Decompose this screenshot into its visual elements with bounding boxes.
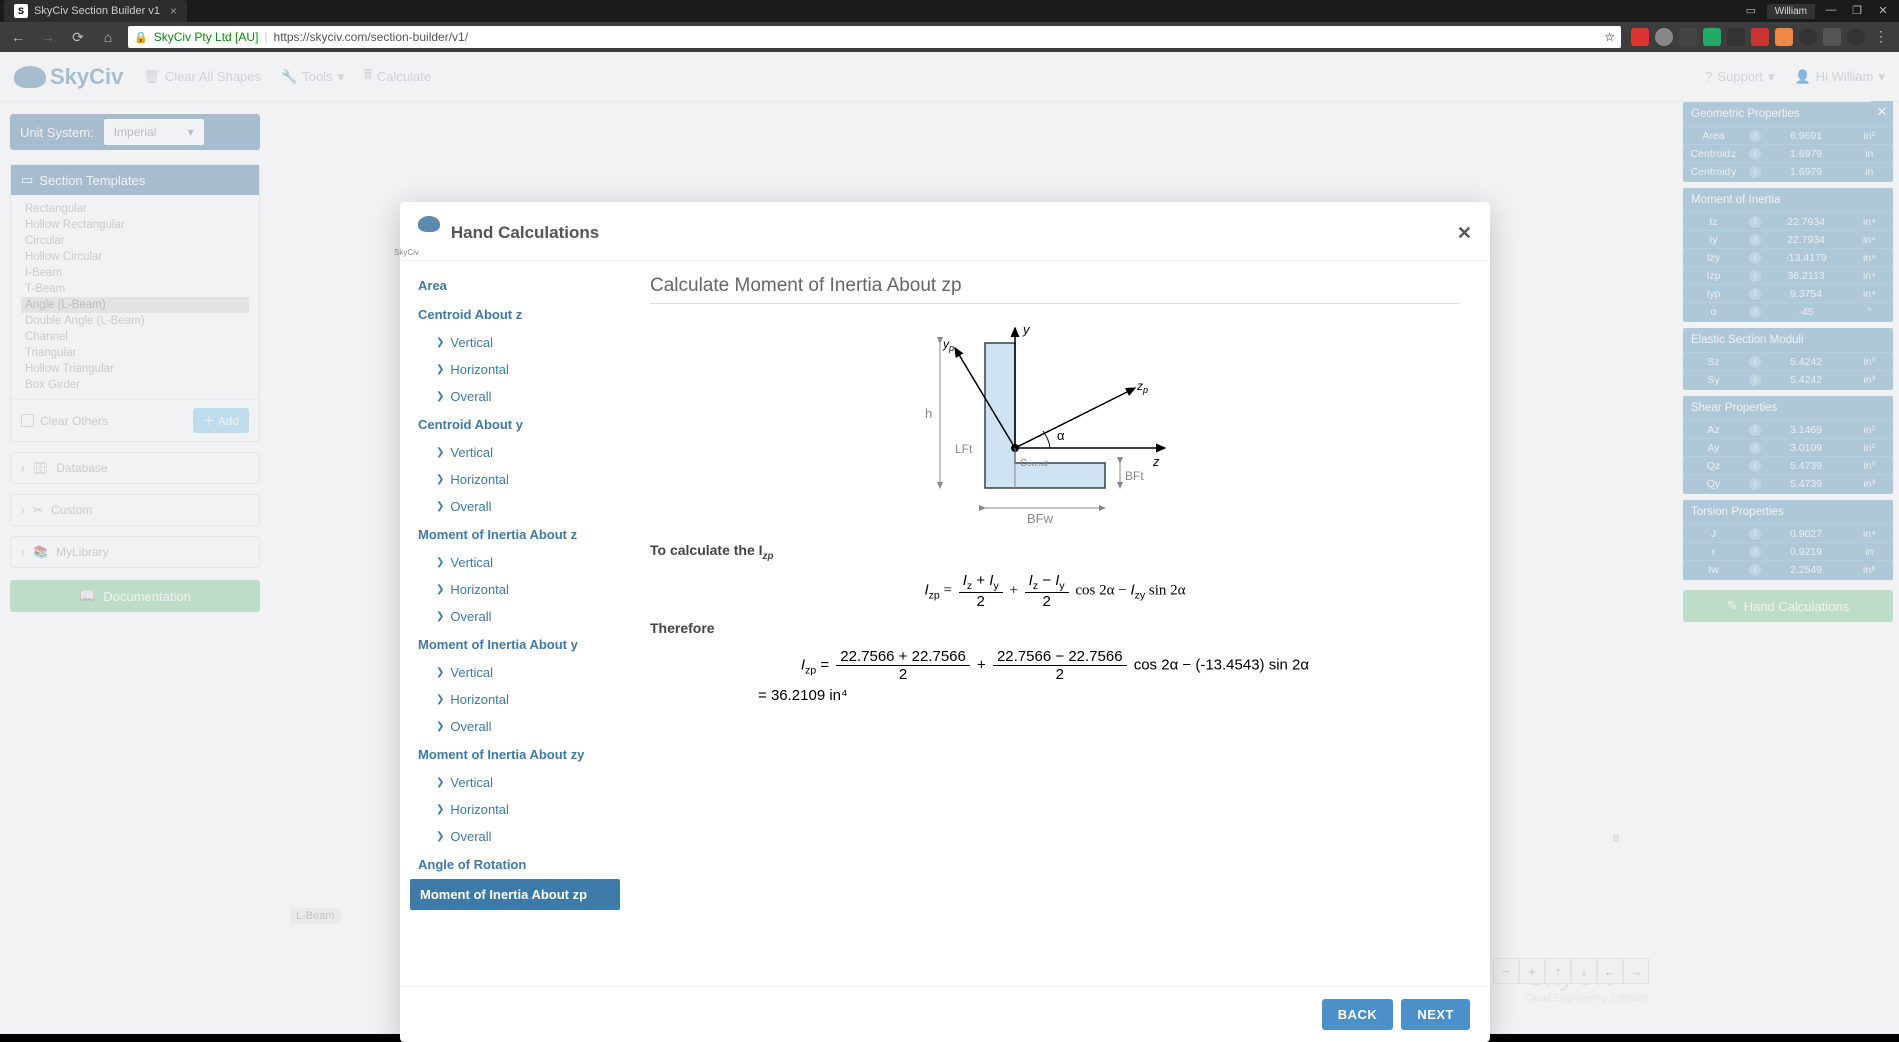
modal-title: Hand Calculations: [451, 223, 599, 243]
ext-icon[interactable]: [1655, 28, 1673, 46]
publisher-label: SkyCiv Pty Ltd [AU]: [154, 30, 259, 44]
nav-sub-item[interactable]: ❯ Horizontal: [400, 686, 630, 713]
nav-sub-item[interactable]: ❯ Vertical: [400, 659, 630, 686]
svg-text:yp: yp: [942, 337, 954, 353]
therefore-text: Therefore: [650, 620, 1460, 638]
svg-text:z: z: [1152, 454, 1160, 469]
maximize-icon[interactable]: ❐: [1847, 4, 1867, 18]
nav-item[interactable]: Moment of Inertia About zy: [400, 740, 630, 769]
nav-item[interactable]: Moment of Inertia About zp: [410, 879, 620, 910]
tab-close-icon[interactable]: ×: [170, 4, 177, 18]
nav-sub-item[interactable]: ❯ Horizontal: [400, 466, 630, 493]
chevron-right-icon: ❯: [436, 337, 444, 348]
modal-header: SkyCiv Hand Calculations ✕: [400, 202, 1490, 261]
nav-sub-item[interactable]: ❯ Overall: [400, 383, 630, 410]
back-icon[interactable]: ←: [8, 29, 28, 45]
nav-item[interactable]: Angle of Rotation: [400, 850, 630, 879]
modal-content: Calculate Moment of Inertia About zp y: [630, 261, 1490, 986]
favicon: S: [14, 4, 28, 18]
svg-text:BFt: BFt: [1125, 469, 1144, 483]
chevron-right-icon: ❯: [436, 474, 444, 485]
url-text: https://skyciv.com/section-builder/v1/: [274, 30, 469, 44]
os-user-badge: William: [1767, 4, 1815, 19]
ext-icon[interactable]: [1727, 28, 1745, 46]
ext-icon[interactable]: [1799, 28, 1817, 46]
address-bar[interactable]: 🔒 SkyCiv Pty Ltd [AU] | https://skyciv.c…: [128, 26, 1621, 48]
hand-calculations-modal: SkyCiv Hand Calculations ✕ AreaCentroid …: [400, 202, 1490, 1042]
chevron-right-icon: ❯: [436, 584, 444, 595]
nav-item[interactable]: Centroid About z: [400, 300, 630, 329]
ext-icon[interactable]: [1775, 28, 1793, 46]
reload-icon[interactable]: ⟳: [68, 29, 88, 46]
lock-icon: 🔒: [134, 31, 148, 44]
forward-icon[interactable]: →: [38, 29, 58, 45]
nav-sub-item[interactable]: ❯ Horizontal: [400, 796, 630, 823]
svg-text:BFw: BFw: [1027, 511, 1054, 526]
svg-text:LFt: LFt: [955, 442, 973, 456]
chevron-right-icon: ❯: [436, 391, 444, 402]
nav-sub-item[interactable]: ❯ Overall: [400, 713, 630, 740]
nav-item[interactable]: Centroid About y: [400, 410, 630, 439]
ext-icon[interactable]: [1751, 28, 1769, 46]
home-icon[interactable]: ⌂: [98, 29, 118, 45]
nav-sub-item[interactable]: ❯ Horizontal: [400, 356, 630, 383]
nav-item[interactable]: Moment of Inertia About z: [400, 520, 630, 549]
nav-item[interactable]: Moment of Inertia About y: [400, 630, 630, 659]
ext-icon[interactable]: [1703, 28, 1721, 46]
next-button[interactable]: NEXT: [1401, 999, 1470, 1030]
window-icon: ▭: [1741, 4, 1761, 18]
chevron-right-icon: ❯: [436, 804, 444, 815]
chevron-right-icon: ❯: [436, 721, 444, 732]
nav-sub-item[interactable]: ❯ Vertical: [400, 769, 630, 796]
minimize-icon[interactable]: —: [1821, 4, 1841, 18]
content-title: Calculate Moment of Inertia About zp: [650, 275, 1460, 304]
formula-numeric: Izp = 22.7566 + 22.75662 + 22.7566 − 22.…: [650, 648, 1460, 704]
ext-icon[interactable]: [1631, 28, 1649, 46]
nav-sub-item[interactable]: ❯ Vertical: [400, 439, 630, 466]
modal-close-icon[interactable]: ✕: [1457, 223, 1472, 244]
tab-title: SkyCiv Section Builder v1: [34, 5, 160, 17]
chevron-right-icon: ❯: [436, 831, 444, 842]
nav-sub-item[interactable]: ❯ Vertical: [400, 549, 630, 576]
ext-icon[interactable]: [1823, 28, 1841, 46]
svg-text:y: y: [1022, 322, 1031, 337]
chevron-right-icon: ❯: [436, 611, 444, 622]
nav-item[interactable]: Area: [400, 271, 630, 300]
close-window-icon[interactable]: ✕: [1873, 4, 1893, 18]
formula-symbolic: Izp = Iz + Iy2 + Iz − Iy2 cos 2α − Izy s…: [650, 572, 1460, 610]
svg-text:h: h: [925, 406, 932, 421]
svg-text:zp: zp: [1136, 379, 1148, 395]
chevron-right-icon: ❯: [436, 777, 444, 788]
chevron-right-icon: ❯: [436, 501, 444, 512]
chevron-right-icon: ❯: [436, 694, 444, 705]
menu-icon[interactable]: ⋮: [1871, 28, 1891, 46]
browser-tab[interactable]: S SkyCiv Section Builder v1 ×: [4, 0, 187, 22]
nav-sub-item[interactable]: ❯ Vertical: [400, 329, 630, 356]
svg-text:α: α: [1057, 428, 1065, 443]
svg-text:Coverall: Coverall: [1020, 458, 1048, 469]
intro-text: To calculate the Izp: [650, 542, 1460, 562]
chevron-right-icon: ❯: [436, 667, 444, 678]
extension-icons: ⋮: [1631, 28, 1891, 46]
chevron-right-icon: ❯: [436, 557, 444, 568]
back-button[interactable]: BACK: [1322, 999, 1394, 1030]
ext-icon[interactable]: [1679, 28, 1697, 46]
star-icon[interactable]: ☆: [1604, 30, 1615, 44]
nav-sub-item[interactable]: ❯ Overall: [400, 603, 630, 630]
section-diagram: y z yp zp α: [650, 318, 1460, 528]
chevron-right-icon: ❯: [436, 364, 444, 375]
modal-nav[interactable]: AreaCentroid About z❯ Vertical❯ Horizont…: [400, 261, 630, 961]
nav-sub-item[interactable]: ❯ Overall: [400, 493, 630, 520]
nav-sub-item[interactable]: ❯ Horizontal: [400, 576, 630, 603]
nav-sub-item[interactable]: ❯ Overall: [400, 823, 630, 850]
modal-logo-icon: [418, 216, 440, 232]
chevron-right-icon: ❯: [436, 447, 444, 458]
ext-icon[interactable]: [1847, 28, 1865, 46]
